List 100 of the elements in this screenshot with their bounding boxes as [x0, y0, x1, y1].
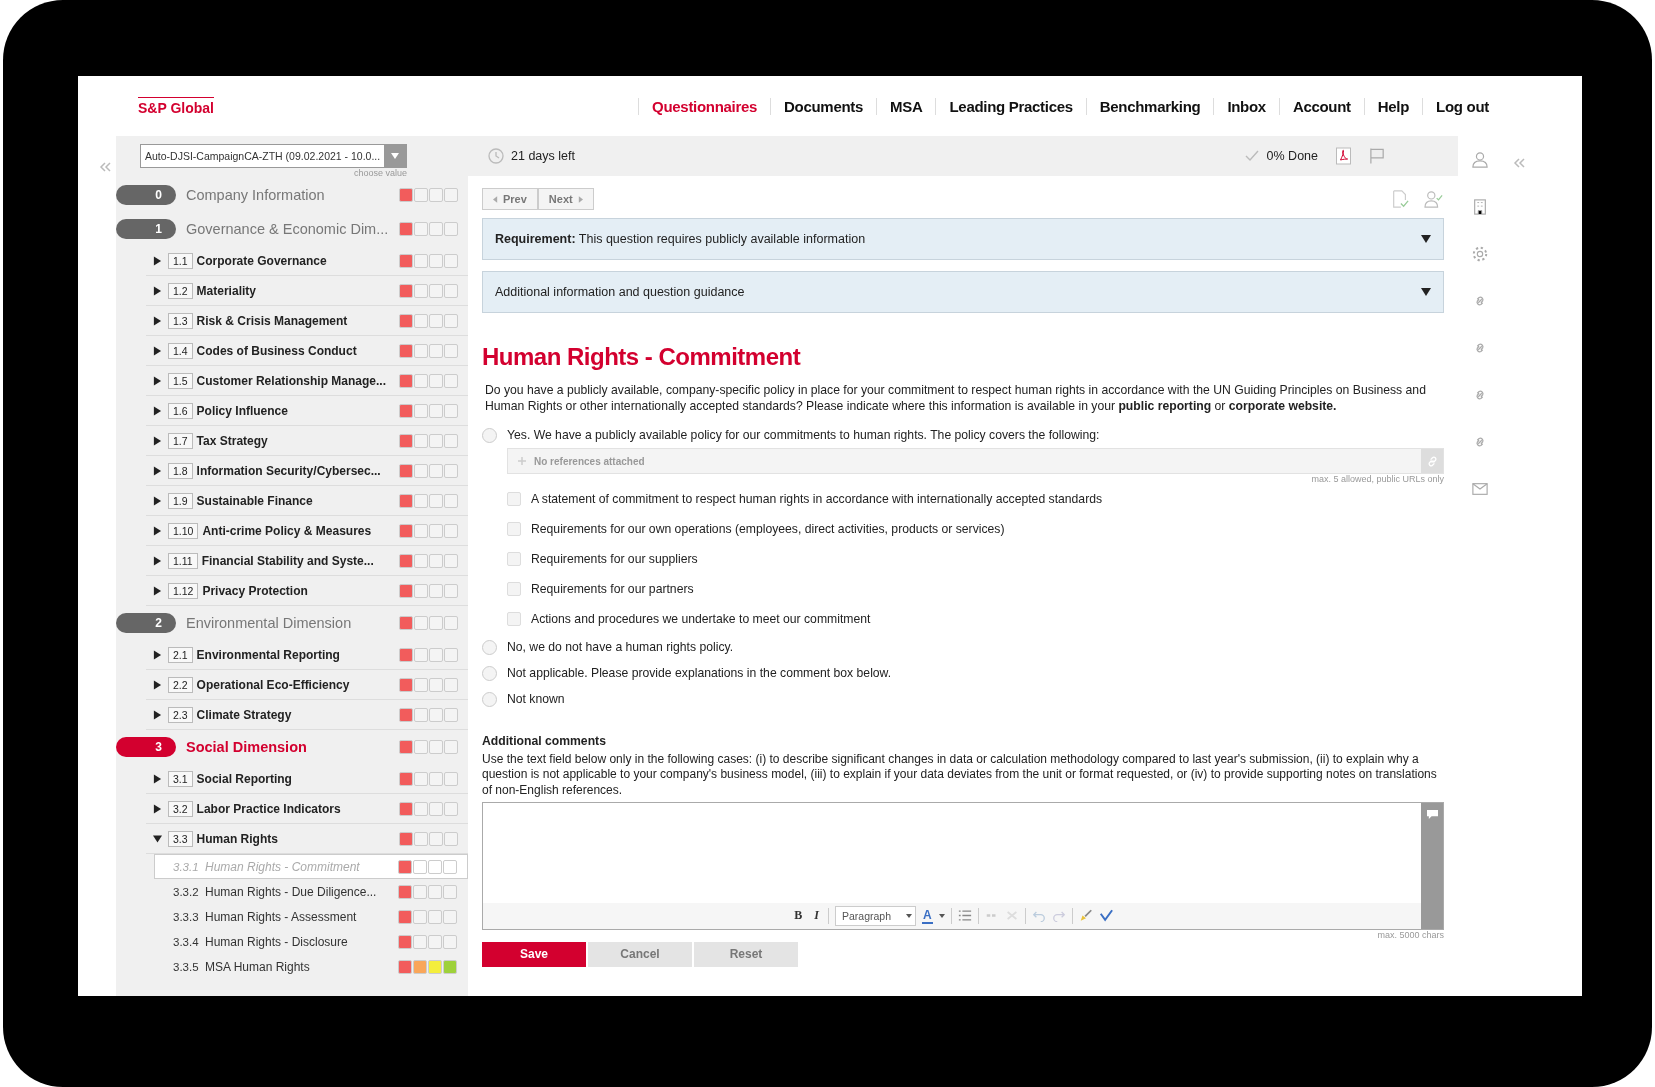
collapse-icon[interactable] — [1512, 158, 1526, 168]
nav-link[interactable]: Questionnaires — [638, 97, 771, 115]
topic-link[interactable]: Human Rights — [196, 831, 399, 846]
format-select[interactable]: Paragraph — [835, 905, 916, 926]
section-number[interactable]: 0 — [116, 185, 176, 205]
building-icon[interactable] — [1472, 199, 1488, 215]
nav-link[interactable]: MSA — [876, 97, 936, 115]
topic-link[interactable]: Environmental Reporting — [196, 647, 399, 662]
question-item[interactable]: 3.3.5 MSA Human Rights — [154, 954, 468, 979]
topic-link[interactable]: Social Reporting — [196, 771, 399, 786]
topic-link[interactable]: Labor Practice Indicators — [196, 801, 399, 816]
expand-icon[interactable] — [153, 709, 162, 720]
expand-icon[interactable] — [153, 833, 162, 844]
section-number[interactable]: 2 — [116, 613, 176, 633]
expand-icon[interactable] — [153, 585, 162, 596]
expand-icon[interactable] — [153, 555, 162, 566]
checkbox[interactable] — [507, 612, 521, 626]
topic-number: 2.3 — [168, 706, 193, 723]
spellcheck-icon[interactable] — [1098, 909, 1113, 923]
radio-button[interactable] — [482, 691, 497, 707]
bold-button[interactable]: B — [791, 908, 806, 924]
accordion-header[interactable]: Requirement: This question requires publicly available information — [482, 218, 1444, 260]
section-title[interactable]: Company Information — [176, 187, 399, 203]
document-check-icon[interactable] — [1390, 190, 1410, 208]
nav-link[interactable]: Account — [1278, 97, 1364, 115]
radio-button[interactable] — [482, 665, 497, 681]
save-button[interactable]: Save — [482, 941, 586, 967]
checkbox[interactable] — [507, 552, 521, 566]
topic-link[interactable]: Customer Relationship Manage... — [196, 373, 399, 388]
collapse-icon[interactable] — [98, 162, 112, 172]
expand-icon[interactable] — [153, 435, 162, 446]
topic-number: 1.6 — [168, 402, 193, 419]
comment-editor[interactable]: B I Paragraph A — [482, 801, 1444, 930]
nav-link[interactable]: Leading Practices — [935, 97, 1086, 115]
user-icon[interactable] — [1472, 152, 1488, 168]
expand-icon[interactable] — [153, 465, 162, 476]
comment-icon[interactable] — [1425, 808, 1439, 820]
pdf-icon[interactable] — [1335, 147, 1352, 165]
topic-link[interactable]: Tax Strategy — [196, 433, 399, 448]
references-note: max. 5 allowed, public URLs only — [1310, 474, 1444, 484]
topic-link[interactable]: Policy Influence — [196, 403, 399, 418]
mail-icon[interactable] — [1472, 481, 1488, 497]
expand-icon[interactable] — [153, 255, 162, 266]
question-item[interactable]: 3.3.2 Human Rights - Due Diligence... — [154, 879, 468, 904]
accordion-header[interactable]: Additional information and question guidance — [482, 271, 1444, 313]
expand-icon[interactable] — [153, 525, 162, 536]
expand-icon[interactable] — [153, 649, 162, 660]
nav-link[interactable]: Help — [1363, 97, 1423, 115]
undo-icon[interactable] — [1031, 909, 1046, 923]
expand-icon[interactable] — [153, 285, 162, 296]
nav-link[interactable]: Documents — [770, 97, 877, 115]
topic-link[interactable]: Climate Strategy — [196, 707, 399, 722]
topic-link[interactable]: Anti-crime Policy & Measures — [202, 523, 399, 538]
radio-button[interactable] — [482, 639, 497, 655]
question-item[interactable]: 3.3.3 Human Rights - Assessment — [154, 904, 468, 929]
section-title[interactable]: Social Dimension — [176, 739, 399, 755]
flag-icon[interactable] — [1369, 147, 1386, 165]
section-title[interactable]: Governance & Economic Dim... — [176, 221, 399, 237]
topic-link[interactable]: Privacy Protection — [202, 583, 399, 598]
secondary-button[interactable]: Reset — [694, 941, 798, 967]
next-button[interactable]: Next — [537, 188, 594, 210]
topic-link[interactable]: Information Security/Cybersec... — [196, 463, 399, 478]
prev-button[interactable]: Prev — [482, 188, 538, 210]
nav-link[interactable]: Inbox — [1213, 97, 1279, 115]
expand-icon[interactable] — [153, 773, 162, 784]
logo[interactable]: S&P Global — [138, 96, 214, 116]
topic-link[interactable]: Sustainable Finance — [196, 493, 399, 508]
campaign-select[interactable]: Auto-DJSI-CampaignCA-ZTH (09.02.2021 - 10.0... — [140, 144, 407, 168]
expand-icon[interactable] — [153, 679, 162, 690]
italic-button[interactable]: I — [811, 908, 822, 924]
topic-link[interactable]: Risk & Crisis Management — [196, 313, 399, 328]
nav-link[interactable]: Benchmarking — [1085, 97, 1214, 115]
section-number[interactable]: 1 — [116, 219, 176, 239]
topic-link[interactable]: Financial Stability and Syste... — [201, 553, 399, 568]
topic-link[interactable]: Corporate Governance — [196, 253, 399, 268]
topic-link[interactable]: Operational Eco-Efficiency — [196, 677, 399, 692]
expand-icon[interactable] — [153, 345, 162, 356]
section-title[interactable]: Environmental Dimension — [176, 615, 399, 631]
nav-link[interactable]: Log out — [1422, 97, 1502, 115]
secondary-button[interactable]: Cancel — [588, 941, 692, 967]
list-icon[interactable] — [957, 909, 972, 923]
checkbox[interactable] — [507, 582, 521, 596]
user-check-icon[interactable] — [1424, 190, 1444, 208]
expand-icon[interactable] — [153, 315, 162, 326]
expand-icon[interactable] — [153, 803, 162, 814]
question-item[interactable]: 3.3.4 Human Rights - Disclosure — [154, 929, 468, 954]
brush-icon[interactable] — [1078, 909, 1093, 923]
checkbox[interactable] — [507, 492, 521, 506]
checkbox[interactable] — [507, 522, 521, 536]
radio-button[interactable] — [482, 427, 497, 443]
topic-link[interactable]: Codes of Business Conduct — [196, 343, 399, 358]
section-number[interactable]: 3 — [116, 737, 176, 757]
topic-link[interactable]: Materiality — [196, 283, 399, 298]
expand-icon[interactable] — [153, 495, 162, 506]
settings-icon[interactable] — [1472, 246, 1488, 262]
expand-icon[interactable] — [153, 375, 162, 386]
text-color-button[interactable]: A — [922, 907, 933, 924]
redo-icon[interactable] — [1051, 909, 1066, 923]
expand-icon[interactable] — [153, 405, 162, 416]
topic-number: 1.3 — [168, 312, 193, 329]
